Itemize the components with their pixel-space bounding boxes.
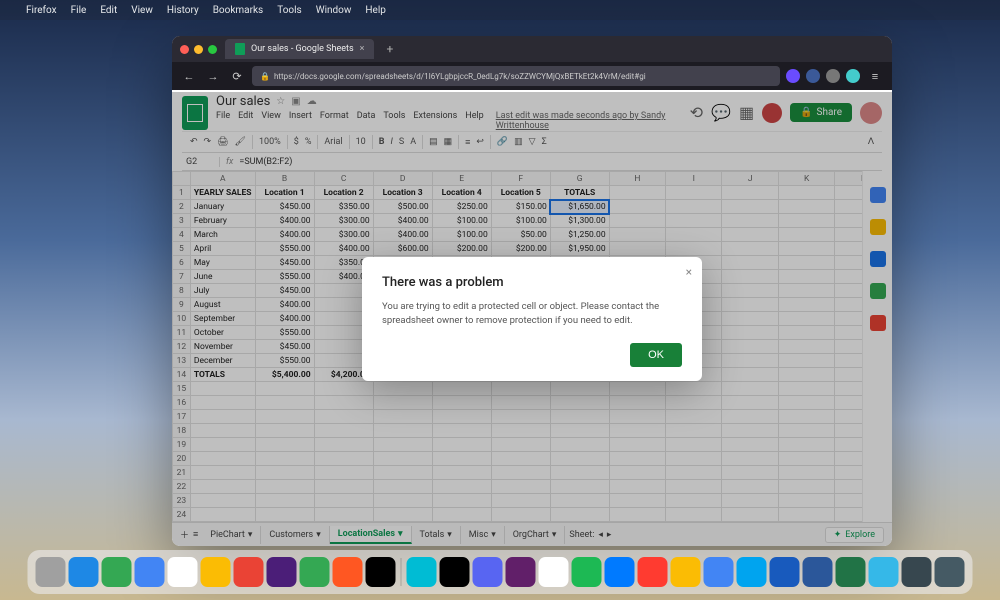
dock-app-icon[interactable] <box>572 557 602 587</box>
macos-dock <box>28 550 973 594</box>
extension-icon[interactable] <box>826 69 840 83</box>
extension-icon[interactable] <box>806 69 820 83</box>
dialog-close-icon[interactable]: × <box>686 265 692 279</box>
sheets-favicon-icon <box>235 43 245 55</box>
extension-icon[interactable] <box>846 69 860 83</box>
lock-icon: 🔒 <box>260 72 270 81</box>
menubar-item[interactable]: Edit <box>100 5 117 16</box>
dock-app-icon[interactable] <box>440 557 470 587</box>
menubar-item[interactable]: Firefox <box>26 5 57 16</box>
dock-app-icon[interactable] <box>407 557 437 587</box>
dock-app-icon[interactable] <box>704 557 734 587</box>
dock-app-icon[interactable] <box>506 557 536 587</box>
browser-window: Our sales - Google Sheets × + ← → ⟳ 🔒 ht… <box>172 36 892 546</box>
menubar-item[interactable]: History <box>167 5 199 16</box>
error-dialog: × There was a problem You are trying to … <box>362 257 702 381</box>
dock-app-icon[interactable] <box>803 557 833 587</box>
dock-app-icon[interactable] <box>836 557 866 587</box>
dialog-title: There was a problem <box>382 275 682 290</box>
dock-app-icon[interactable] <box>135 557 165 587</box>
extension-icon[interactable] <box>786 69 800 83</box>
dock-app-icon[interactable] <box>201 557 231 587</box>
dock-app-icon[interactable] <box>638 557 668 587</box>
url-text: https://docs.google.com/spreadsheets/d/1… <box>274 72 646 81</box>
dock-app-icon[interactable] <box>935 557 965 587</box>
dialog-body: You are trying to edit a protected cell … <box>382 300 682 327</box>
tab-title: Our sales - Google Sheets <box>251 44 354 54</box>
menubar-item[interactable]: Tools <box>277 5 301 16</box>
dock-app-icon[interactable] <box>366 557 396 587</box>
menubar-item[interactable]: Bookmarks <box>213 5 264 16</box>
new-tab-button[interactable]: + <box>382 42 397 56</box>
forward-button[interactable]: → <box>204 70 222 83</box>
address-bar[interactable]: 🔒 https://docs.google.com/spreadsheets/d… <box>252 66 780 86</box>
dock-app-icon[interactable] <box>267 557 297 587</box>
dock-app-icon[interactable] <box>737 557 767 587</box>
dock-app-icon[interactable] <box>300 557 330 587</box>
dock-app-icon[interactable] <box>69 557 99 587</box>
menubar-item[interactable]: File <box>71 5 87 16</box>
browser-tab[interactable]: Our sales - Google Sheets × <box>225 39 374 59</box>
window-controls <box>180 45 217 54</box>
overflow-menu-icon[interactable]: ≡ <box>866 70 884 83</box>
macos-menubar: Firefox File Edit View History Bookmarks… <box>0 0 1000 20</box>
dock-app-icon[interactable] <box>605 557 635 587</box>
dock-app-icon[interactable] <box>36 557 66 587</box>
dock-app-icon[interactable] <box>333 557 363 587</box>
dialog-ok-button[interactable]: OK <box>630 343 682 367</box>
menubar-item[interactable]: Help <box>365 5 385 16</box>
dock-app-icon[interactable] <box>234 557 264 587</box>
menubar-item[interactable]: Window <box>316 5 352 16</box>
close-tab-icon[interactable]: × <box>360 44 365 54</box>
dock-app-icon[interactable] <box>539 557 569 587</box>
close-window-icon[interactable] <box>180 45 189 54</box>
dock-app-icon[interactable] <box>869 557 899 587</box>
reload-button[interactable]: ⟳ <box>228 70 246 83</box>
menubar-item[interactable]: View <box>131 5 153 16</box>
back-button[interactable]: ← <box>180 70 198 83</box>
maximize-window-icon[interactable] <box>208 45 217 54</box>
dock-app-icon[interactable] <box>102 557 132 587</box>
dock-app-icon[interactable] <box>168 557 198 587</box>
browser-toolbar: ← → ⟳ 🔒 https://docs.google.com/spreadsh… <box>172 62 892 90</box>
modal-scrim: × There was a problem You are trying to … <box>172 92 892 546</box>
dock-app-icon[interactable] <box>902 557 932 587</box>
dock-app-icon[interactable] <box>770 557 800 587</box>
dock-app-icon[interactable] <box>473 557 503 587</box>
dock-app-icon[interactable] <box>671 557 701 587</box>
minimize-window-icon[interactable] <box>194 45 203 54</box>
browser-tabbar: Our sales - Google Sheets × + <box>172 36 892 62</box>
